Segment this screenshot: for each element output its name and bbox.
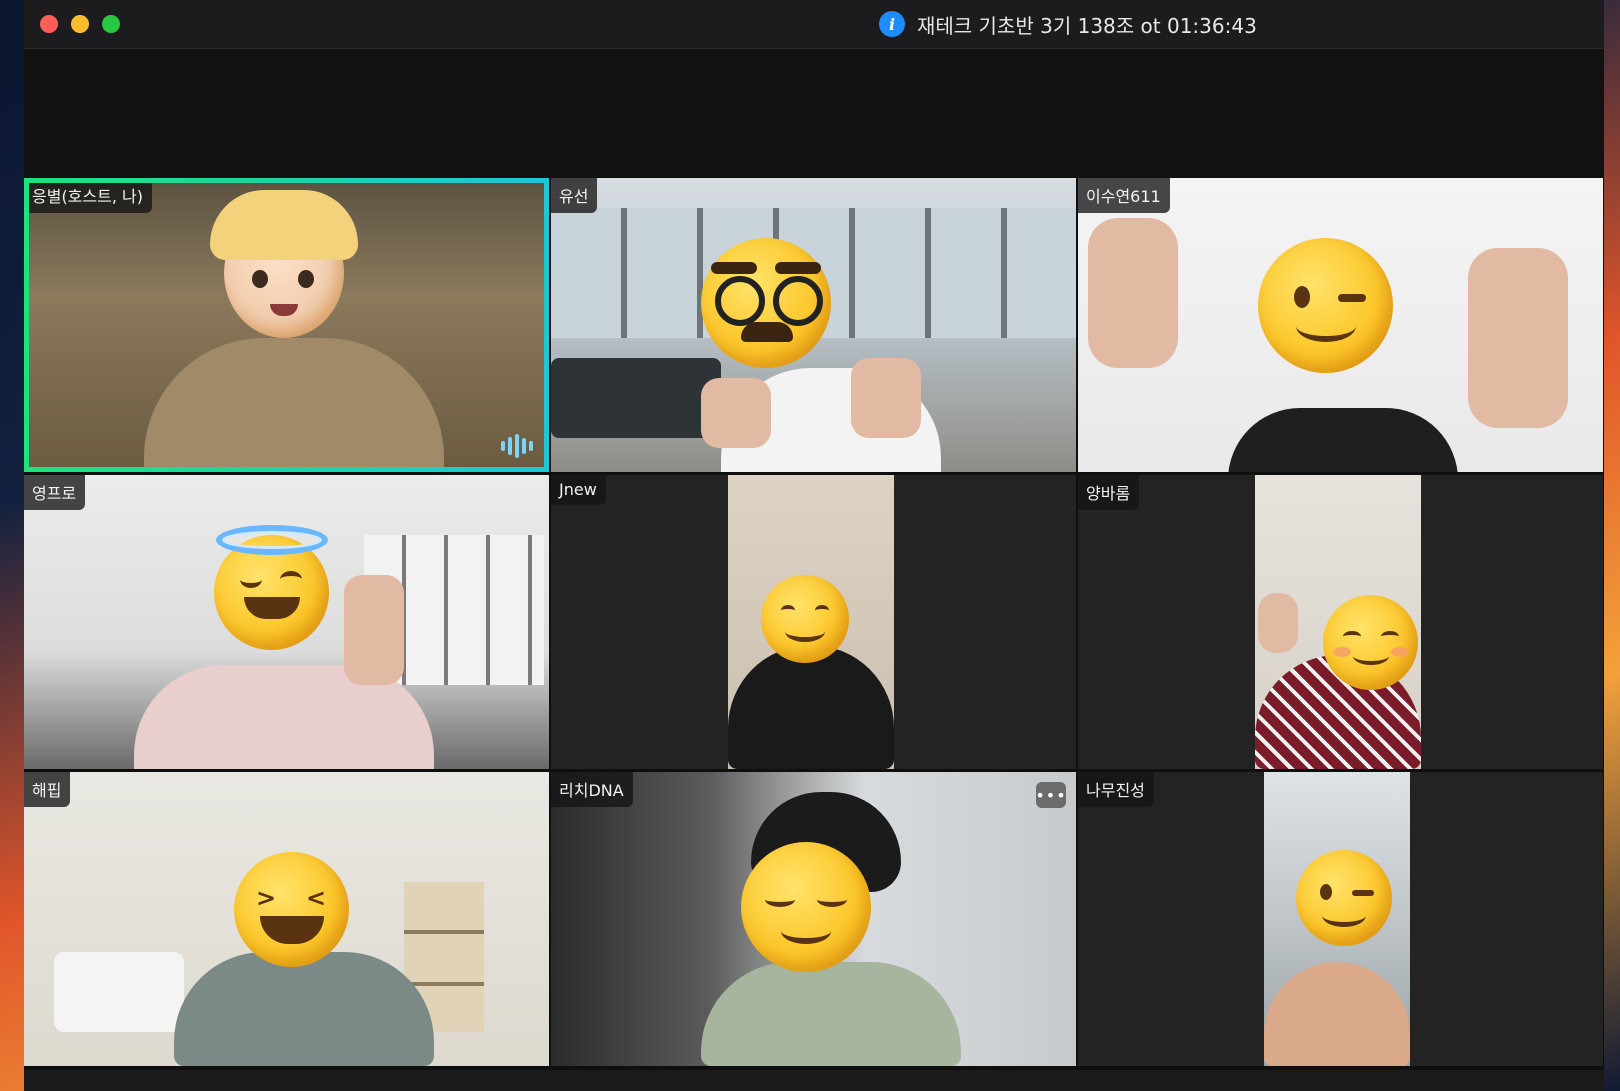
minimize-window-button[interactable] xyxy=(71,15,89,33)
participant-name: 리치DNA xyxy=(551,772,633,807)
maximize-window-button[interactable] xyxy=(102,15,120,33)
gallery-top-spacer xyxy=(24,49,1604,177)
audio-wave-icon xyxy=(501,434,533,458)
info-icon[interactable]: i xyxy=(879,11,905,37)
relieved-emoji xyxy=(741,842,871,972)
disguise-emoji xyxy=(701,238,831,368)
participant-name: 해핍 xyxy=(24,772,71,807)
participant-name: Jnew xyxy=(551,475,606,505)
wink-emoji xyxy=(1296,850,1392,946)
sofa xyxy=(551,358,721,438)
participant-name: 양바롬 xyxy=(1078,475,1140,510)
participant-tile[interactable]: 영프로 xyxy=(24,475,549,769)
person-body xyxy=(1228,408,1458,472)
peace-sign-hand xyxy=(1088,218,1178,368)
participant-tile[interactable]: > < 해핍 xyxy=(24,772,549,1066)
wink-emoji xyxy=(1258,238,1393,373)
person-hand xyxy=(851,358,921,438)
participant-tile[interactable]: 유선 xyxy=(551,178,1076,472)
participant-tile[interactable]: 리치DNA ••• xyxy=(551,772,1076,1066)
person-hand xyxy=(701,378,771,448)
meeting-title: 재테크 기초반 3기 138조 ot 01:36:43 xyxy=(917,13,1257,38)
close-window-button[interactable] xyxy=(40,15,58,33)
title-bar: i 재테크 기초반 3기 138조 ot 01:36:43 xyxy=(24,0,1604,49)
zoom-meeting-window: i 재테크 기초반 3기 138조 ot 01:36:43 응별(호스트, 나) xyxy=(24,0,1604,1091)
participant-name: 영프로 xyxy=(24,475,86,510)
person-body xyxy=(701,962,961,1066)
smile-emoji xyxy=(761,575,849,663)
avatar-face xyxy=(210,190,358,338)
peace-sign-hand xyxy=(1258,593,1298,653)
laughing-emoji: > < xyxy=(234,852,349,967)
participant-tile[interactable]: 양바롬 xyxy=(1078,475,1603,769)
meeting-title-area: i 재테크 기초반 3기 138조 ot 01:36:43 xyxy=(879,9,1257,39)
person-body xyxy=(174,952,434,1066)
participant-name: 이수연611 xyxy=(1078,178,1170,213)
participant-tile[interactable]: 응별(호스트, 나) xyxy=(24,178,549,472)
bottom-toolbar-edge xyxy=(24,1070,1604,1091)
participant-name: 나무진성 xyxy=(1078,772,1154,807)
more-options-icon[interactable]: ••• xyxy=(1035,782,1066,808)
participant-tile[interactable]: 이수연611 xyxy=(1078,178,1603,472)
participant-tile[interactable]: Jnew xyxy=(551,475,1076,769)
blush-emoji xyxy=(1323,595,1418,690)
participant-tile[interactable]: 나무진성 xyxy=(1078,772,1603,1066)
white-sofa xyxy=(54,952,184,1032)
participant-name: 유선 xyxy=(551,178,598,213)
peace-sign-hand xyxy=(344,575,404,685)
participant-name: 응별(호스트, 나) xyxy=(24,178,152,213)
halo-ring xyxy=(216,525,328,555)
peace-sign-hand xyxy=(1468,248,1568,428)
